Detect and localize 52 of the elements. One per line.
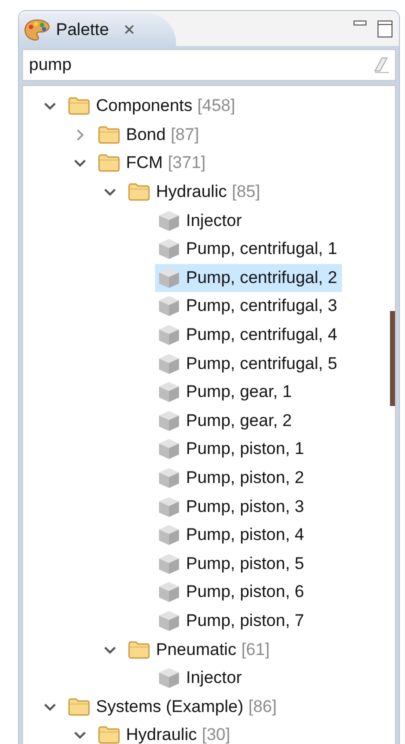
tree-item[interactable]: Components [458] (65, 92, 240, 120)
close-button[interactable]: ✕ (122, 20, 136, 38)
tree-item[interactable]: Pump, centrifugal, 4 (155, 321, 342, 350)
tree-item[interactable]: Pump, piston, 2 (155, 464, 310, 492)
tree-item[interactable]: Pump, piston, 3 (155, 492, 310, 521)
folder-icon (98, 126, 120, 144)
tree-item[interactable]: Pump, piston, 5 (155, 550, 310, 578)
tree-item[interactable]: Bond [87] (95, 120, 204, 149)
tree-item[interactable]: Injector (155, 664, 247, 692)
maximize-icon[interactable] (377, 20, 393, 38)
tree-item[interactable]: Pump, piston, 6 (155, 578, 310, 606)
folder-icon (68, 97, 90, 116)
cube-icon (158, 410, 180, 432)
tree-item[interactable]: Injector (155, 206, 247, 235)
folder-icon (128, 640, 150, 659)
cube-icon (158, 438, 180, 460)
cube-icon (158, 524, 180, 546)
cube-icon (158, 295, 180, 318)
tree-item[interactable]: Pump, centrifugal, 1 (155, 235, 342, 264)
folder-icon (128, 183, 150, 202)
cube-icon (158, 210, 180, 232)
tree-item[interactable]: Hydraulic [30] (95, 721, 236, 744)
cube-icon (158, 381, 180, 404)
cube-icon (158, 467, 180, 490)
search-field[interactable]: pump (22, 49, 396, 81)
cube-icon (158, 324, 180, 346)
palette-icon (24, 18, 50, 40)
cube-icon (158, 610, 180, 632)
folder-icon (98, 154, 120, 172)
tree-item[interactable]: Pump, piston, 1 (155, 435, 310, 464)
tree-item[interactable]: Pump, centrifugal, 3 (155, 292, 342, 320)
cube-icon (158, 238, 180, 260)
folder-icon (98, 726, 120, 744)
tree-item[interactable]: Pump, piston, 4 (155, 521, 310, 550)
tree-item[interactable]: Pneumatic [61] (125, 636, 275, 664)
cube-icon (158, 552, 180, 575)
tree-item[interactable]: Pump, centrifugal, 5 (155, 350, 342, 378)
tree-item[interactable]: Systems (Example) [86] (65, 692, 282, 721)
scrollbar-thumb[interactable] (390, 311, 395, 406)
folder-icon (68, 698, 90, 716)
cube-icon (158, 496, 180, 518)
cube-icon (158, 266, 180, 289)
cube-icon (158, 352, 180, 375)
tree-item[interactable]: Pump, gear, 2 (155, 406, 297, 435)
tree-item[interactable]: Pump, gear, 1 (155, 378, 297, 406)
tree-item[interactable]: FCM [371] (95, 149, 211, 178)
cube-icon (158, 667, 180, 690)
tree-item[interactable]: Pump, centrifugal, 2 (155, 264, 342, 292)
view-title: Palette (56, 20, 109, 40)
tree-item[interactable]: Pump, piston, 7 (155, 606, 310, 635)
cube-icon (158, 581, 180, 604)
tree-item[interactable]: Hydraulic [85] (125, 178, 266, 206)
